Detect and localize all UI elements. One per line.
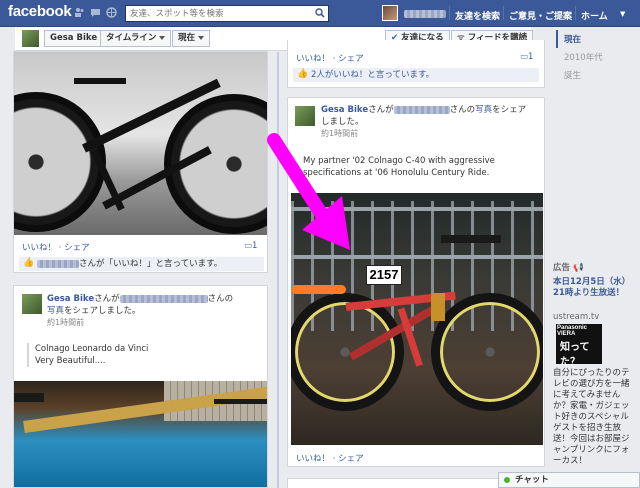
comment-count[interactable]: ▭1 (244, 241, 257, 251)
search-box[interactable] (125, 5, 329, 22)
post-card: いいね！ · シェア ▭1 👍 2人がいいね！と言っています。 (287, 40, 545, 88)
liker-name-blurred[interactable] (37, 259, 79, 268)
megaphone-icon: 📢 (572, 263, 584, 273)
bike-wheel (14, 92, 106, 232)
friend-name-blurred[interactable] (393, 105, 450, 114)
comment-count[interactable]: ▭1 (520, 52, 533, 62)
post-actions[interactable]: いいね！ · シェア (296, 452, 364, 464)
page-name-label: Gesa Bike (50, 33, 98, 43)
search-icon[interactable] (315, 8, 325, 18)
bike-wheel (431, 293, 543, 411)
user-name-blurred[interactable] (404, 10, 446, 18)
quote-line: Very Beautiful.... (35, 356, 106, 366)
comment-count-value: 1 (252, 241, 258, 251)
like-summary: 👍 さんが「いいね！」と言っています。 (19, 257, 264, 271)
post-photo-bike-pool[interactable] (14, 381, 267, 487)
ad-image[interactable]: Panasonic VIERA 知ってた？ (556, 324, 602, 368)
find-friends-link[interactable]: 友達を検索 (455, 9, 500, 22)
photo-link[interactable]: 写真 (47, 306, 64, 316)
water-bottle (431, 293, 445, 321)
scrubber-item-now[interactable]: 現在 (556, 30, 636, 48)
bike-handlebar (214, 399, 267, 404)
page-thumbnail[interactable] (22, 30, 39, 47)
chevron-down-icon (159, 35, 166, 40)
like-summary-text[interactable]: 2人がいいね！と言っています。 (311, 70, 434, 80)
post-actions[interactable]: いいね！ · シェア (22, 241, 90, 253)
post-header: Gesa Bikeさんが さんの 写真をシェアしました。 約1時間前 (47, 293, 262, 329)
ad-header-label: 広告 (553, 263, 571, 273)
author-link[interactable]: Gesa Bike (47, 294, 94, 304)
shared-quote: Colnago Leonardo da Vinci Very Beautiful… (27, 343, 257, 367)
race-number-plate: 2157 (366, 265, 402, 285)
notifications-icon[interactable] (106, 7, 117, 18)
author-avatar[interactable] (22, 294, 42, 314)
post-actions[interactable]: いいね！ · シェア (296, 52, 364, 64)
top-bar: facebook 友達を検索 ご意見・ご提案 ホーム ▼ (0, 0, 640, 27)
timeline-label: タイムライン (106, 33, 157, 43)
online-status-icon (504, 477, 510, 483)
chat-label: チャット (515, 475, 549, 485)
friend-requests-icon[interactable] (74, 7, 85, 18)
ad-url[interactable]: ustream.tv (553, 312, 599, 322)
nav-divider (575, 6, 576, 20)
home-link[interactable]: ホーム (581, 9, 608, 22)
friend-name-blurred[interactable] (119, 294, 208, 303)
facebook-logo[interactable]: facebook (8, 3, 72, 20)
scrubber-item-born[interactable]: 誕生 (556, 66, 636, 84)
thumbs-up-icon: 👍 (23, 258, 35, 268)
post-photo-bike-bw[interactable] (14, 52, 267, 235)
bike-saddle (14, 393, 44, 402)
post-card: Gesa Bikeさんが さんの 写真をシェアしました。 約1時間前 Colnag… (13, 285, 268, 488)
timeline-dropdown[interactable]: タイムライン (100, 30, 172, 47)
feedback-link[interactable]: ご意見・ご提案 (509, 9, 572, 22)
post-timestamp[interactable]: 約1時間前 (47, 318, 84, 327)
comment-icon: ▭ (244, 241, 253, 251)
user-avatar[interactable] (382, 5, 398, 21)
post-header-text: をシェアしました。 (64, 306, 141, 316)
bike-saddle (74, 78, 126, 84)
quote-line: Colnago Leonardo da Vinci (35, 344, 149, 354)
chat-bar[interactable]: チャット (498, 472, 640, 488)
thumbs-up-icon: 👍 (297, 69, 309, 79)
ad-body[interactable]: 自分にぴったりのテレビの選び方を一緒に考えてみませんか？家電・ガジェット好きのス… (553, 368, 635, 467)
search-input[interactable] (126, 6, 306, 21)
timeline-scrubber: 現在 2010年代 誕生 (556, 30, 636, 84)
ad-header: 広告 📢 (553, 261, 584, 273)
bike-handlebar (291, 285, 346, 294)
comment-count-value: 1 (528, 52, 534, 62)
author-link[interactable]: Gesa Bike (321, 105, 368, 115)
nav-divider (449, 6, 450, 20)
post-header-text: をシェア (492, 105, 527, 115)
now-label: 現在 (178, 33, 196, 43)
like-summary: 👍 2人がいいね！と言っています。 (293, 68, 539, 82)
page-name-button[interactable]: Gesa Bike (44, 30, 104, 47)
annotation-arrow (267, 133, 350, 250)
photo-link[interactable]: 写真 (475, 105, 492, 115)
account-menu-caret[interactable]: ▼ (620, 10, 625, 18)
ad-title[interactable]: 本日12月5日（水）21時より生放送！ (553, 277, 633, 299)
comment-icon: ▭ (520, 52, 529, 62)
post-card: いいね！ · シェア ▭1 👍 さんが「いいね！」と言っています。 (13, 51, 268, 273)
post-header-text: さんが (94, 294, 120, 304)
now-dropdown[interactable]: 現在 (172, 30, 211, 47)
scrubber-item-2010s[interactable]: 2010年代 (556, 48, 636, 66)
like-summary-text: さんが「いいね！」と言っています。 (79, 259, 223, 269)
ad-image-text: 知ってた？ (560, 342, 590, 368)
post-header-text: さんが (368, 105, 394, 115)
messages-icon[interactable] (90, 7, 101, 18)
ad-image-brand: Panasonic VIERA (557, 325, 588, 337)
bike-saddle (441, 235, 501, 243)
post-header-text: さんの (207, 294, 234, 304)
nav-divider (503, 6, 504, 20)
timeline-spine (277, 52, 279, 488)
post-header-text: さんの (449, 105, 476, 115)
chevron-down-icon (198, 35, 205, 40)
